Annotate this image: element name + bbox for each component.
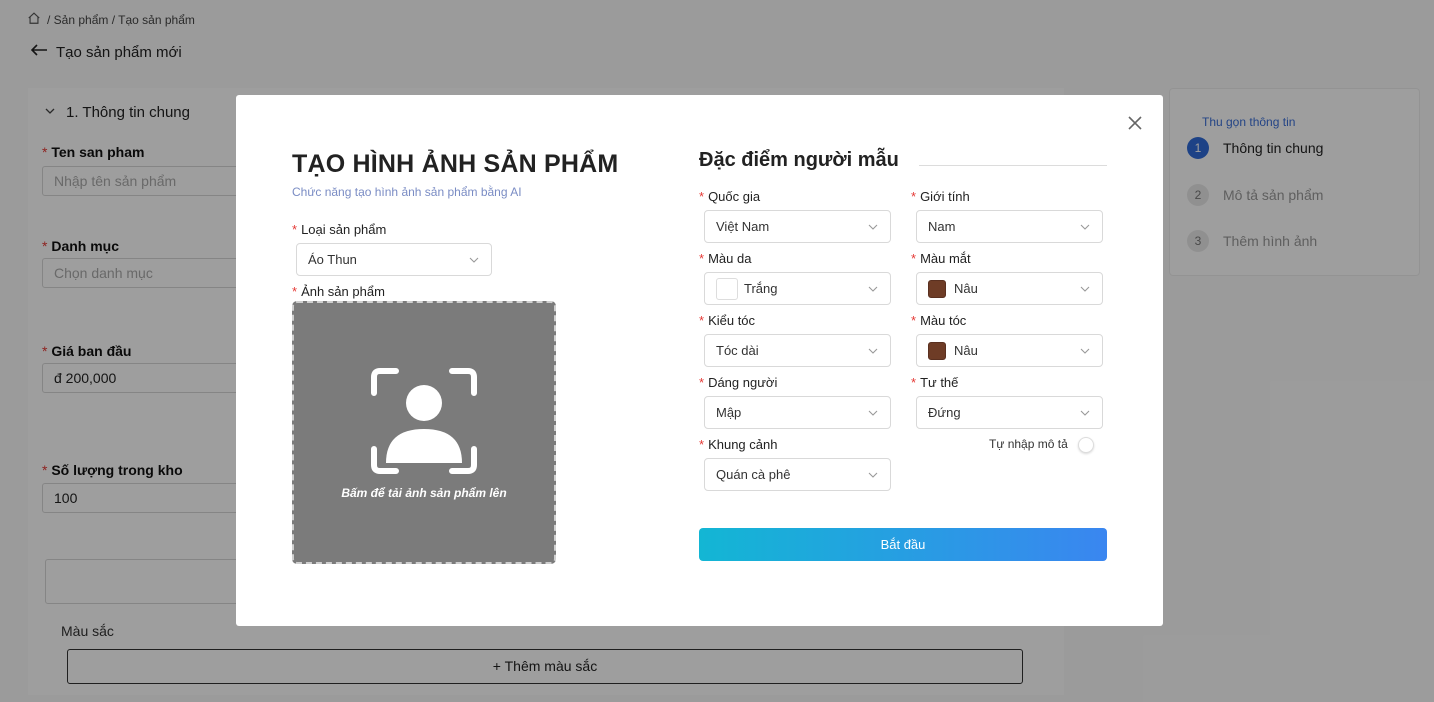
chevron-down-icon	[868, 472, 878, 478]
product-image-label: * Ảnh sản phẩm	[292, 284, 385, 299]
eye-color-select[interactable]: Nâu	[916, 272, 1103, 305]
close-button[interactable]	[1126, 114, 1144, 132]
hair-color-swatch	[928, 341, 946, 360]
chevron-down-icon	[1080, 224, 1090, 230]
skin-color-value: Trắng	[744, 281, 778, 296]
upload-hint: Bấm để tải ảnh sản phẩm lên	[341, 486, 507, 500]
eye-color-swatch	[928, 279, 946, 298]
face-scan-icon	[371, 368, 477, 474]
country-select[interactable]: Việt Nam	[704, 210, 891, 243]
hair-style-label: * Kiểu tóc	[699, 313, 756, 328]
model-section-title: Đặc điểm người mẫu	[699, 149, 899, 171]
gender-select[interactable]: Nam	[916, 210, 1103, 243]
custom-description-label: Tự nhập mô tả	[989, 437, 1068, 451]
country-label: * Quốc gia	[699, 189, 761, 204]
custom-description-toggle[interactable]	[1078, 437, 1094, 453]
chevron-down-icon	[868, 224, 878, 230]
eye-color-label: * Màu mắt	[911, 251, 971, 266]
hair-color-value: Nâu	[954, 343, 978, 358]
modal-title: TẠO HÌNH ẢNH SẢN PHẨM	[292, 150, 619, 178]
start-button[interactable]: Bắt đầu	[699, 528, 1107, 561]
chevron-down-icon	[868, 286, 878, 292]
scene-value: Quán cà phê	[716, 467, 791, 482]
close-icon	[1128, 116, 1142, 130]
skin-color-swatch	[716, 277, 738, 300]
country-value: Việt Nam	[716, 219, 770, 234]
chevron-down-icon	[868, 410, 878, 416]
body-shape-select[interactable]: Mập	[704, 396, 891, 429]
hair-color-select[interactable]: Nâu	[916, 334, 1103, 367]
pose-value: Đứng	[928, 405, 961, 420]
product-type-select[interactable]: Áo Thun	[296, 243, 492, 276]
body-shape-label: * Dáng người	[699, 375, 778, 390]
pose-label: * Tư thế	[911, 375, 959, 390]
chevron-down-icon	[1080, 286, 1090, 292]
eye-color-value: Nâu	[954, 281, 978, 296]
gender-label: * Giới tính	[911, 189, 970, 204]
modal-subtitle: Chức năng tạo hình ảnh sản phẩm bằng AI	[292, 185, 522, 199]
hair-style-value: Tóc dài	[716, 343, 759, 358]
chevron-down-icon	[469, 257, 479, 263]
section-divider	[919, 165, 1107, 166]
hair-style-select[interactable]: Tóc dài	[704, 334, 891, 367]
skin-color-select[interactable]: Trắng	[704, 272, 891, 305]
product-type-label: * Loại sản phẩm	[292, 222, 387, 237]
scene-select[interactable]: Quán cà phê	[704, 458, 891, 491]
hair-color-label: * Màu tóc	[911, 313, 967, 328]
product-image-upload[interactable]: Bấm để tải ảnh sản phẩm lên	[292, 301, 556, 564]
create-product-image-modal: TẠO HÌNH ẢNH SẢN PHẨM Chức năng tạo hình…	[236, 95, 1163, 626]
skin-color-label: * Màu da	[699, 251, 752, 266]
scene-label: * Khung cảnh	[699, 437, 778, 452]
pose-select[interactable]: Đứng	[916, 396, 1103, 429]
chevron-down-icon	[1080, 348, 1090, 354]
body-shape-value: Mập	[716, 405, 742, 420]
chevron-down-icon	[1080, 410, 1090, 416]
chevron-down-icon	[868, 348, 878, 354]
gender-value: Nam	[928, 219, 956, 234]
product-type-value: Áo Thun	[308, 252, 357, 267]
